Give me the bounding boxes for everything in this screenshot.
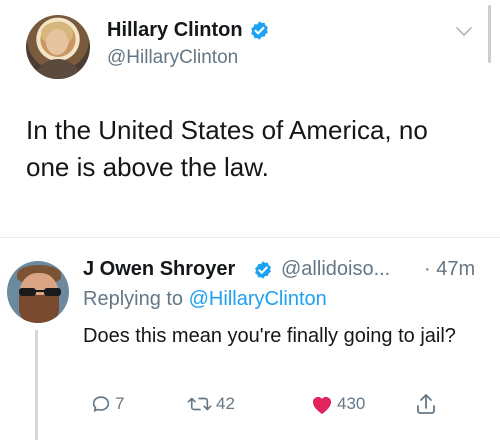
mention-link[interactable]: @HillaryClinton (189, 288, 327, 310)
main-tweet: Hillary Clinton @HillaryClinton In the U… (0, 0, 500, 237)
author-handle[interactable]: @HillaryClinton (107, 47, 238, 69)
retweet-button[interactable]: 42 (187, 392, 235, 416)
heart-icon (313, 397, 331, 414)
tweet-text: In the United States of America, no one … (26, 115, 428, 182)
reply-button[interactable]: 7 (90, 392, 124, 416)
like-button[interactable]: 430 (310, 392, 365, 416)
replying-to: Replying to @HillaryClinton (83, 288, 327, 311)
like-count: 430 (337, 394, 366, 413)
author-name[interactable]: J Owen Shroyer (83, 258, 235, 281)
replying-prefix: Replying to (83, 288, 184, 310)
retweet-count: 42 (216, 394, 235, 413)
avatar[interactable] (7, 261, 69, 323)
reply-icon (92, 396, 110, 412)
divider (0, 237, 500, 238)
scrollbar[interactable] (488, 5, 491, 63)
avatar[interactable] (26, 15, 90, 79)
reply-count: 7 (115, 394, 125, 413)
retweet-icon (187, 397, 212, 411)
verified-badge-icon (255, 261, 271, 279)
verified-badge-icon (251, 21, 268, 40)
author-name[interactable]: Hillary Clinton (107, 19, 243, 42)
chevron-down-icon[interactable] (455, 26, 473, 38)
share-icon (417, 394, 435, 414)
tweet-text: Does this mean you're finally going to j… (83, 325, 456, 347)
thread-line (35, 330, 38, 440)
author-handle[interactable]: @allidoiso... (281, 258, 390, 281)
tweet-timestamp[interactable]: · 47m (424, 258, 475, 281)
share-button[interactable] (415, 392, 440, 416)
